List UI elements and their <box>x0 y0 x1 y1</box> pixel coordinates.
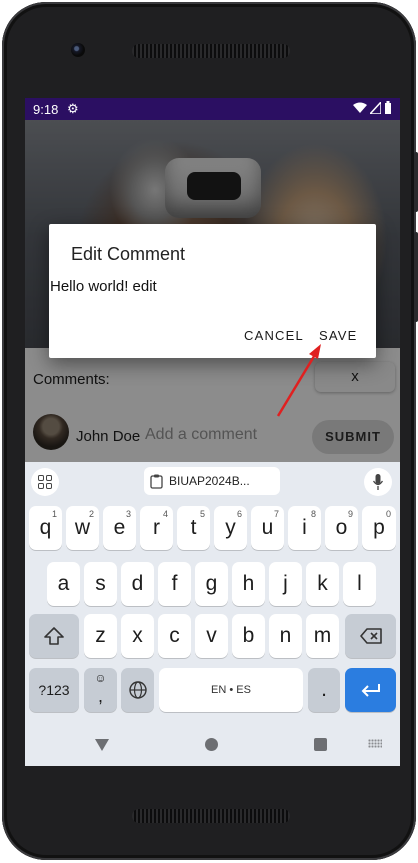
bottom-speaker <box>132 809 290 823</box>
battery-icon <box>385 101 391 114</box>
key-n[interactable]: n <box>269 614 302 658</box>
top-speaker <box>132 44 290 58</box>
screen: 9:18 ⚙ Comments: x John Doe Add a commen… <box>25 98 400 766</box>
key-j[interactable]: j <box>269 562 302 606</box>
key-i[interactable]: i8 <box>288 506 321 550</box>
back-icon[interactable] <box>95 739 109 751</box>
symbols-key[interactable]: ?123 <box>29 668 79 712</box>
enter-icon[interactable] <box>345 668 396 712</box>
key-l[interactable]: l <box>343 562 376 606</box>
wifi-icon <box>353 102 367 113</box>
key-h[interactable]: h <box>232 562 265 606</box>
key-m[interactable]: m <box>306 614 339 658</box>
recents-icon[interactable] <box>314 738 327 751</box>
clipboard-suggestion[interactable]: BIUAP2024B... <box>144 467 280 495</box>
key-u[interactable]: u7 <box>251 506 284 550</box>
signal-icon <box>370 101 381 114</box>
clipboard-text: BIUAP2024B... <box>169 474 250 488</box>
clipboard-icon <box>150 474 163 489</box>
key-w[interactable]: w2 <box>66 506 99 550</box>
gear-icon: ⚙ <box>67 101 79 116</box>
navigation-bar <box>25 724 400 766</box>
keyboard-switch-icon[interactable] <box>368 739 382 748</box>
key-t[interactable]: t5 <box>177 506 210 550</box>
key-k[interactable]: k <box>306 562 339 606</box>
globe-icon[interactable] <box>121 668 154 712</box>
key-d[interactable]: d <box>121 562 154 606</box>
edit-comment-dialog: Edit Comment Hello world! edit CANCEL SA… <box>49 224 376 358</box>
key-p[interactable]: p0 <box>362 506 396 550</box>
key-y[interactable]: y6 <box>214 506 247 550</box>
key-b[interactable]: b <box>232 614 265 658</box>
backspace-icon[interactable] <box>345 614 396 658</box>
shift-icon[interactable] <box>29 614 79 658</box>
phone-frame: 9:18 ⚙ Comments: x John Doe Add a commen… <box>2 2 418 860</box>
emoji-icon: ☺ <box>94 671 107 685</box>
dialog-title: Edit Comment <box>71 244 186 264</box>
comma-key[interactable]: ☺ , <box>84 668 117 712</box>
key-z[interactable]: z <box>84 614 117 658</box>
key-g[interactable]: g <box>195 562 228 606</box>
key-q[interactable]: q1 <box>29 506 62 550</box>
keyboard-toolbar: BIUAP2024B... <box>25 462 400 502</box>
home-icon[interactable] <box>205 738 218 751</box>
cancel-button[interactable]: CANCEL <box>244 328 304 343</box>
apps-grid-icon[interactable] <box>31 468 59 496</box>
key-x[interactable]: x <box>121 614 154 658</box>
power-button <box>414 152 418 212</box>
save-button[interactable]: SAVE <box>319 328 358 343</box>
microphone-icon[interactable] <box>364 468 392 496</box>
key-v[interactable]: v <box>195 614 228 658</box>
key-a[interactable]: a <box>47 562 80 606</box>
key-o[interactable]: o9 <box>325 506 358 550</box>
edit-comment-input[interactable]: Hello world! edit <box>50 278 157 295</box>
soft-keyboard: BIUAP2024B... q1 w2 e3 r4 t5 y6 u7 i8 o9… <box>25 462 400 766</box>
period-key[interactable]: . <box>308 668 340 712</box>
space-key[interactable]: EN • ES <box>159 668 303 712</box>
key-c[interactable]: c <box>158 614 191 658</box>
front-camera <box>71 43 85 57</box>
key-r[interactable]: r4 <box>140 506 173 550</box>
status-time: 9:18 <box>33 102 59 117</box>
key-e[interactable]: e3 <box>103 506 136 550</box>
key-s[interactable]: s <box>84 562 117 606</box>
volume-button <box>414 232 418 322</box>
status-bar: 9:18 ⚙ <box>25 98 400 120</box>
key-f[interactable]: f <box>158 562 191 606</box>
